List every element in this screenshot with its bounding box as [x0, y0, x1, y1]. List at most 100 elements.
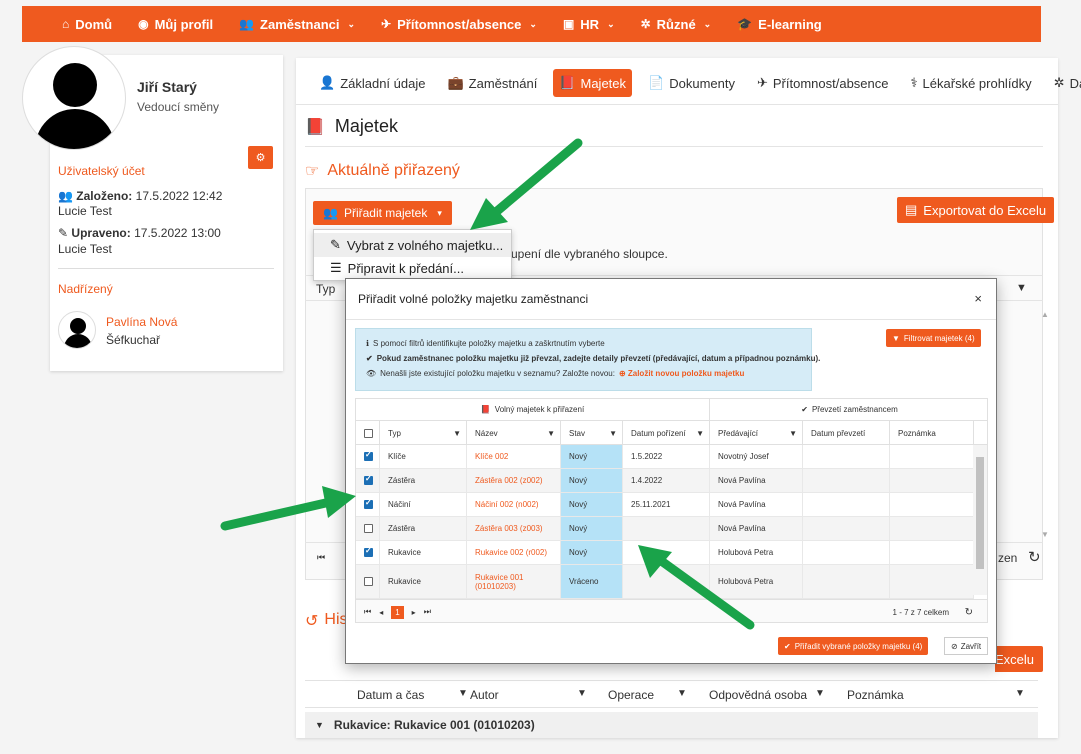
first-page-icon[interactable]: ⏮ — [317, 552, 325, 563]
filter-icon[interactable]: ▼ — [453, 429, 461, 438]
cell-prevzeti[interactable] — [803, 493, 890, 516]
cell-nazev[interactable]: Klíče 002 — [467, 445, 561, 468]
row-checkbox[interactable] — [364, 450, 373, 461]
table-row[interactable]: NáčiníNáčiní 002 (n002)Nový25.11.2021Nov… — [356, 493, 974, 517]
last-page-icon[interactable]: ⏭ — [424, 607, 431, 617]
refresh-icon[interactable]: ↻ — [1028, 548, 1041, 566]
row-checkbox[interactable] — [364, 546, 373, 557]
next-page-icon[interactable]: ▸ — [412, 608, 416, 617]
grid-column-3[interactable]: Datum pořízení ▼ — [623, 421, 710, 445]
history-column-0[interactable]: Datum a čas — [357, 688, 424, 702]
tab-6[interactable]: ✲Další⌄ — [1048, 69, 1081, 97]
row-checkbox[interactable] — [364, 474, 373, 485]
cell-cb[interactable] — [356, 517, 380, 540]
nav-item-4[interactable]: ▣ HR ⌄ — [563, 17, 615, 32]
filter-icon[interactable]: ▼ — [547, 429, 555, 438]
scroll-up-icon[interactable]: ▲ — [1041, 310, 1049, 319]
nav-item-2[interactable]: 👥 Zaměstnanci ⌄ — [239, 17, 355, 32]
cell-poznamka[interactable] — [890, 541, 974, 564]
filter-icon[interactable]: ▼ — [815, 688, 825, 699]
cell-cb[interactable] — [356, 541, 380, 564]
row-checkbox[interactable] — [364, 577, 373, 586]
create-asset-link[interactable]: ⊕ Založit novou položku majetku — [619, 369, 744, 378]
cell-nazev[interactable]: Rukavice 001 (01010203) — [467, 565, 561, 598]
cell-predavajici[interactable]: Nová Pavlína — [710, 517, 803, 540]
select-all-column[interactable] — [356, 421, 380, 445]
cell-poznamka[interactable] — [890, 517, 974, 540]
table-row[interactable]: KlíčeKlíče 002Nový1.5.2022Novotný Josef — [356, 445, 974, 469]
history-column-2[interactable]: Operace — [608, 688, 654, 702]
close-button[interactable]: ⊘ Zavřít — [944, 637, 989, 655]
nav-item-3[interactable]: ✈ Přítomnost/absence ⌄ — [381, 17, 537, 32]
nav-item-0[interactable]: ⌂ Domů — [62, 17, 112, 32]
cell-nazev[interactable]: Zástěra 003 (z003) — [467, 517, 561, 540]
filter-icon[interactable]: ▼ — [609, 429, 617, 438]
cell-predavajici[interactable]: Novotný Josef — [710, 445, 803, 468]
cell-prevzeti[interactable] — [803, 445, 890, 468]
cell-cb[interactable] — [356, 469, 380, 492]
cell-predavajici[interactable]: Nová Pavlína — [710, 493, 803, 516]
dropdown-select-free-asset[interactable]: ✎ Vybrat z volného majetku... — [314, 233, 511, 257]
close-icon[interactable]: × — [974, 291, 982, 306]
cell-nazev[interactable]: Zástěra 002 (z002) — [467, 469, 561, 492]
row-checkbox[interactable] — [364, 524, 373, 533]
grid-column-5[interactable]: Datum převzetí — [803, 421, 890, 445]
history-export-button[interactable]: Excelu — [995, 646, 1043, 672]
nav-item-6[interactable]: 🎓 E-learning — [737, 17, 822, 32]
filter-icon[interactable]: ▼ — [789, 429, 797, 438]
cell-nazev[interactable]: Rukavice 002 (r002) — [467, 541, 561, 564]
filter-icon[interactable]: ▼ — [1016, 282, 1027, 294]
assign-asset-button[interactable]: 👥 Přiřadit majetek ▾ — [313, 201, 452, 225]
row-checkbox[interactable] — [364, 498, 373, 509]
assign-selected-button[interactable]: ✔ Přiřadit vybrané položky majetku (4) — [778, 637, 929, 655]
cell-cb[interactable] — [356, 493, 380, 516]
refresh-icon[interactable]: ↻ — [965, 607, 973, 618]
history-column-4[interactable]: Poznámka — [847, 688, 904, 702]
first-page-icon[interactable]: ⏮ — [364, 607, 371, 617]
filter-icon[interactable]: ▼ — [696, 429, 704, 438]
grid-column-4[interactable]: Předávající ▼ — [710, 421, 803, 445]
settings-button[interactable]: ⚙ — [248, 146, 273, 169]
table-row[interactable]: ZástěraZástěra 002 (z002)Nový1.4.2022Nov… — [356, 469, 974, 493]
cell-poznamka[interactable] — [890, 469, 974, 492]
filter-icon[interactable]: ▼ — [577, 688, 587, 699]
filter-assets-button[interactable]: ▼ Filtrovat majetek (4) — [886, 329, 981, 347]
cell-prevzeti[interactable] — [803, 541, 890, 564]
grid-column-1[interactable]: Název ▼ — [467, 421, 561, 445]
grid-scrollbar-thumb[interactable] — [976, 457, 984, 569]
tab-2[interactable]: 📕 Majetek — [553, 69, 633, 97]
tab-0[interactable]: 👤 Základní údaje — [313, 69, 431, 97]
supervisor-name-link[interactable]: Pavlína Nová — [106, 315, 177, 329]
export-excel-button[interactable]: ▤ Exportovat do Excelu — [897, 197, 1055, 223]
current-page[interactable]: 1 — [391, 605, 404, 619]
table-row[interactable]: Zástěra Zástěra 003 (z003) Nový Nová Pavlín… — [356, 517, 974, 541]
dropdown-prepare-handover[interactable]: ☰ Připravit k předání... — [314, 256, 511, 280]
cell-predavajici[interactable]: Holubová Petra — [710, 565, 803, 598]
nav-item-5[interactable]: ✲ Různé ⌄ — [641, 17, 712, 32]
tab-3[interactable]: 📄 Dokumenty — [642, 69, 741, 97]
cell-cb[interactable] — [356, 565, 380, 598]
cell-cb[interactable] — [356, 445, 380, 468]
cell-prevzeti[interactable] — [803, 469, 890, 492]
history-column-3[interactable]: Odpovědná osoba — [709, 688, 807, 702]
grid-column-0[interactable]: Typ ▼ — [380, 421, 467, 445]
filter-icon[interactable]: ▼ — [458, 688, 468, 699]
scroll-down-icon[interactable]: ▼ — [1041, 530, 1049, 539]
nav-item-1[interactable]: ◉ Můj profil — [138, 17, 213, 32]
grid-column-2[interactable]: Stav ▼ — [561, 421, 623, 445]
tab-4[interactable]: ✈ Přítomnost/absence — [751, 69, 895, 97]
history-column-1[interactable]: Autor — [470, 688, 499, 702]
cell-predavajici[interactable]: Holubová Petra — [710, 541, 803, 564]
cell-nazev[interactable]: Náčiní 002 (n002) — [467, 493, 561, 516]
grid-column-6[interactable]: Poznámka — [890, 421, 974, 445]
cell-predavajici[interactable]: Nová Pavlína — [710, 469, 803, 492]
filter-icon[interactable]: ▼ — [677, 688, 687, 699]
tab-5[interactable]: ⚕ Lékařské prohlídky — [905, 69, 1038, 97]
cell-prevzeti[interactable] — [803, 517, 890, 540]
table-row[interactable]: Rukavice Rukavice 001 (01010203) Vráceno Ho… — [356, 565, 974, 599]
cell-poznamka[interactable] — [890, 445, 974, 468]
select-all-checkbox[interactable] — [364, 428, 373, 438]
cell-poznamka[interactable] — [890, 565, 974, 598]
history-group-row[interactable]: ▼ Rukavice: Rukavice 001 (01010203) — [305, 712, 1038, 738]
prev-page-icon[interactable]: ◂ — [379, 608, 383, 617]
